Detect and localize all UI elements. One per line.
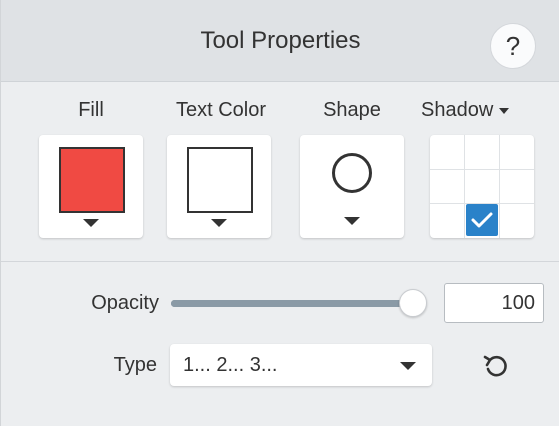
shadow-label-text: Shadow [421, 99, 494, 121]
opacity-slider-handle[interactable] [399, 289, 427, 317]
type-label: Type [113, 354, 157, 376]
text-color-picker[interactable] [167, 135, 271, 238]
panel-header: Tool Properties ? [1, 0, 559, 82]
opacity-label: Opacity [91, 292, 159, 314]
panel-title: Tool Properties [200, 27, 361, 54]
chevron-down-icon [344, 217, 360, 225]
fill-label: Fill [78, 99, 104, 121]
chevron-down-icon [400, 362, 416, 370]
text-color-swatch [187, 147, 253, 213]
fill-color-swatch [59, 147, 125, 213]
text-color-label: Text Color [175, 99, 267, 121]
shadow-position-grid[interactable] [430, 135, 534, 238]
shape-picker[interactable] [300, 135, 404, 238]
section-divider [1, 261, 559, 262]
type-selected-value: 1... 2... 3... [183, 354, 278, 376]
circle-icon [332, 153, 372, 193]
chevron-down-icon [211, 219, 227, 227]
fill-color-picker[interactable] [39, 135, 143, 238]
chevron-down-icon [83, 219, 99, 227]
opacity-slider[interactable] [171, 300, 413, 307]
checkmark-icon[interactable] [466, 204, 498, 236]
opacity-slider-fill [171, 300, 413, 307]
chevron-down-icon [499, 107, 510, 114]
help-button[interactable]: ? [490, 23, 536, 69]
shape-label: Shape [323, 99, 381, 121]
tool-properties-panel: Tool Properties ? Fill Text Color Shape … [0, 0, 559, 426]
shadow-label[interactable]: Shadow [421, 99, 533, 122]
reset-icon[interactable] [481, 352, 511, 382]
opacity-input[interactable] [444, 283, 544, 323]
type-dropdown[interactable]: 1... 2... 3... [170, 344, 432, 386]
